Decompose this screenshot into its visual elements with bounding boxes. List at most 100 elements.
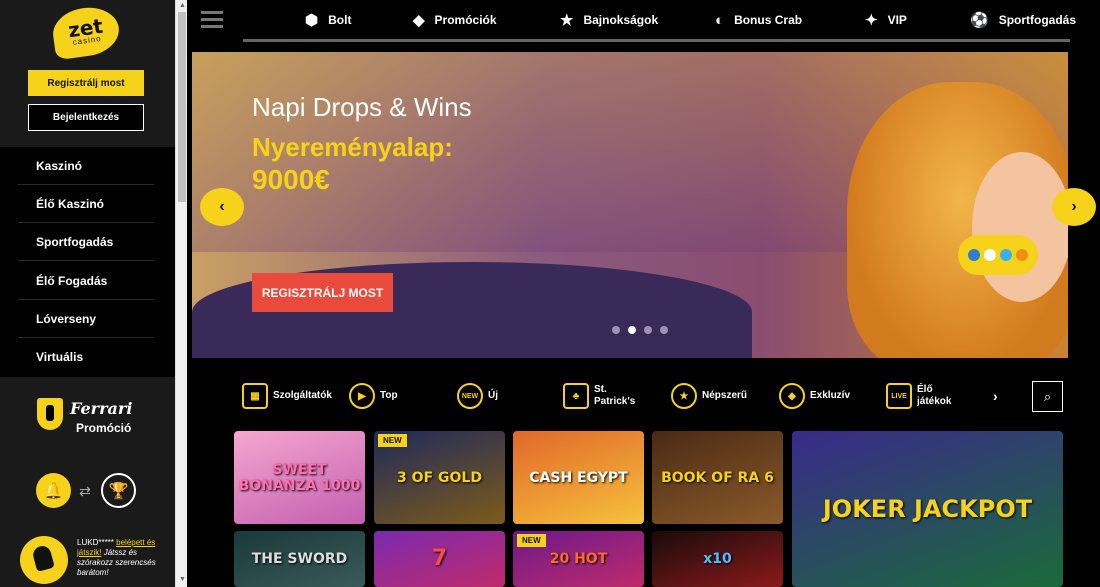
game-title: CASH EGYPT	[529, 469, 628, 486]
carousel-prev-button[interactable]: ‹	[200, 188, 244, 226]
game-tile[interactable]: NEW 3 OF GOLD	[374, 431, 505, 524]
swap-icon[interactable]: ⇄	[76, 482, 94, 500]
game-title: JOKER JACKPOT	[822, 495, 1033, 523]
sidebar-item-loverseny[interactable]: Lóverseny	[18, 300, 154, 338]
nav-bolt[interactable]: ⬢ Bolt	[305, 10, 351, 30]
nav-vip[interactable]: ✦ VIP	[865, 10, 907, 30]
game-tile[interactable]: THE SWORD	[234, 531, 365, 587]
category-scroll-right[interactable]: ›	[993, 380, 998, 412]
ethereum-icon	[984, 249, 996, 261]
category-label: Élő játékok	[917, 384, 952, 407]
sidebar-item-sportfogadas[interactable]: Sportfogadás	[18, 223, 154, 261]
hero-title: Napi Drops & Wins	[252, 92, 472, 122]
game-tile[interactable]: x10	[652, 531, 783, 587]
ferrari-brand: Ferrari	[70, 399, 133, 418]
game-tile[interactable]: SWEET BONANZA 1000	[234, 431, 365, 524]
trophy-star-icon: ★	[560, 12, 574, 29]
hero-banner[interactable]: Napi Drops & Wins Nyereményalap: 9000€ R…	[192, 52, 1068, 358]
diamond-icon: ◆	[779, 383, 805, 409]
nav-label: Bajnokságok	[583, 13, 659, 27]
game-tile[interactable]: BOOK OF RA 6	[652, 431, 783, 524]
login-button[interactable]: Bejelentkezés	[28, 104, 144, 131]
casino-page: zet casino Regisztrálj most Bejelentkezé…	[0, 0, 1100, 587]
carousel-dots	[612, 326, 668, 334]
game-title: 3 OF GOLD	[397, 469, 482, 486]
category-label: Exkluzív	[810, 390, 851, 401]
category-st-patricks[interactable]: ♣ St. Patrick's	[563, 380, 639, 412]
new-badge: NEW	[517, 534, 546, 547]
hero-character-face	[972, 152, 1068, 302]
nav-label: Bonus Crab	[734, 13, 803, 27]
tag-icon: ⬢	[305, 12, 319, 29]
hero-amount: 9000€	[252, 164, 330, 195]
carousel-dot[interactable]	[612, 326, 620, 334]
chevron-right-icon: ›	[993, 388, 998, 404]
hat-icon: ♣	[563, 383, 589, 409]
category-uj[interactable]: NEW Új	[457, 380, 498, 412]
game-tile[interactable]: 7	[374, 531, 505, 587]
nav-bajnoksagok[interactable]: ★ Bajnokságok	[560, 10, 658, 30]
bell-icon[interactable]: 🔔	[36, 473, 71, 508]
sidebar-scrollbar[interactable]: ▲ ▼	[175, 0, 187, 587]
scroll-up-icon[interactable]: ▲	[179, 2, 186, 9]
top-navigation: ⬢ Bolt ◆ Promóciók ★ Bajnokságok ◐ Bonus…	[187, 0, 1100, 48]
game-tile[interactable]: CASH EGYPT	[513, 431, 644, 524]
category-label: Szolgáltatók	[273, 390, 332, 401]
hero-subtitle: Nyereményalap:	[252, 132, 453, 162]
game-title: BOOK OF RA 6	[661, 469, 774, 486]
sidebar-item-elo-fogadas[interactable]: Élő Fogadás	[18, 262, 154, 300]
sidebar: zet casino Regisztrálj most Bejelentkezé…	[0, 0, 175, 587]
category-nepszeru[interactable]: ★ Népszerű	[671, 380, 747, 412]
game-title: 7	[431, 546, 448, 571]
game-title: 20 HOT	[549, 551, 608, 567]
ripple-icon	[1000, 249, 1012, 261]
chat-user: LUKD*****	[77, 538, 114, 547]
category-szolgaltatok[interactable]: ▦ Szolgáltatók	[242, 380, 332, 412]
carousel-next-button[interactable]: ›	[1052, 188, 1096, 226]
hamburger-menu-icon[interactable]	[201, 11, 223, 29]
nav-scroll-indicator	[243, 39, 1070, 42]
carousel-dot-active[interactable]	[628, 326, 636, 334]
nav-label: Sportfogadás	[998, 13, 1077, 27]
new-badge: NEW	[378, 434, 407, 447]
ferrari-promo-label: Promóció	[76, 421, 132, 435]
nav-label: Bolt	[328, 13, 352, 27]
carousel-dot[interactable]	[660, 326, 668, 334]
category-top[interactable]: ▶ Top	[349, 380, 398, 412]
new-icon: NEW	[457, 383, 483, 409]
sidebar-item-elo-kaszino[interactable]: Élő Kaszinó	[18, 185, 154, 223]
litecoin-icon	[968, 249, 980, 261]
nav-bonus-crab[interactable]: ◐ Bonus Crab	[715, 10, 802, 30]
bitcoin-icon	[1016, 249, 1028, 261]
chat-avatar[interactable]	[20, 536, 68, 584]
nav-sportfogadas[interactable]: ⚽ Sportfogadás	[970, 10, 1076, 30]
category-label: Top	[380, 390, 398, 401]
chat-notification: LUKD***** belépett és játszik! Játssz és…	[77, 538, 172, 578]
game-tile[interactable]: NEW 20 HOT	[513, 531, 644, 587]
carousel-dot[interactable]	[644, 326, 652, 334]
sidebar-item-virtualis[interactable]: Virtuális	[18, 338, 154, 376]
trophy-icon[interactable]: 🏆	[101, 473, 136, 508]
diamond-icon: ◆	[413, 12, 425, 29]
scrollbar-thumb[interactable]	[178, 12, 186, 202]
zet-casino-logo[interactable]: zet casino	[49, 3, 123, 61]
ferrari-promo[interactable]: Ferrari Promóció	[0, 390, 175, 440]
game-title: x10	[703, 551, 732, 567]
game-title: THE SWORD	[251, 551, 348, 567]
nav-promociok[interactable]: ◆ Promóciók	[413, 10, 497, 30]
search-icon[interactable]: ⌕	[1032, 381, 1063, 412]
game-tile[interactable]: JOKER JACKPOT	[792, 431, 1063, 587]
providers-icon: ▦	[242, 383, 268, 409]
category-label: Új	[488, 390, 498, 401]
nav-label: VIP	[887, 13, 907, 27]
register-button[interactable]: Regisztrálj most	[28, 70, 144, 96]
live-icon: LIVE	[886, 383, 912, 409]
category-exkluziv[interactable]: ◆ Exkluzív	[779, 380, 850, 412]
scroll-down-icon[interactable]: ▼	[179, 576, 186, 583]
category-label: Népszerű	[702, 390, 748, 401]
category-elo-jatekok[interactable]: LIVE Élő játékok	[886, 380, 957, 412]
hero-register-button[interactable]: REGISZTRÁLJ MOST	[252, 273, 393, 312]
sidebar-item-kaszino[interactable]: Kaszinó	[18, 147, 154, 185]
vip-stars-icon: ✦	[865, 12, 878, 29]
star-icon: ★	[671, 383, 697, 409]
